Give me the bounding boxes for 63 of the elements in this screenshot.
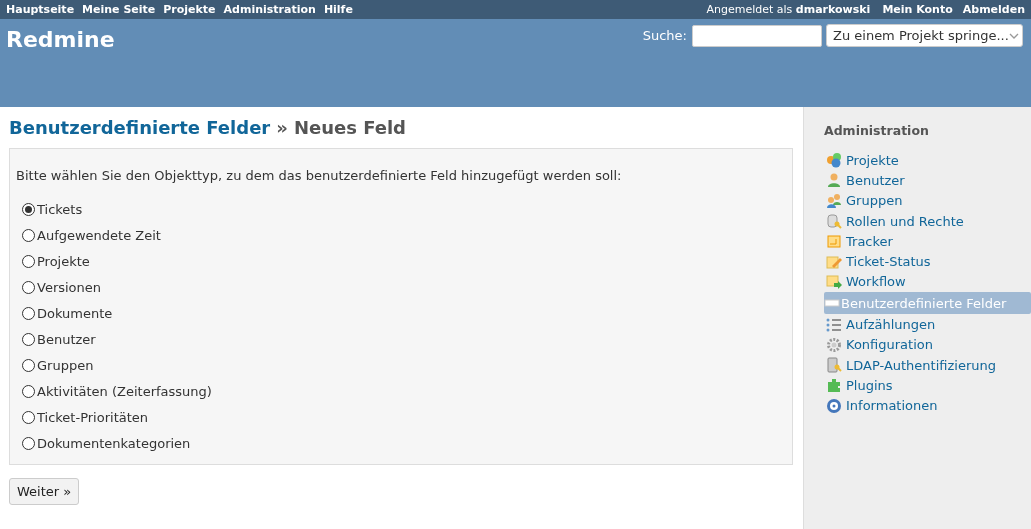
page-title: Neues Feld	[293, 117, 406, 138]
menu-link[interactable]: Hauptseite	[6, 3, 75, 16]
admin-icon	[826, 152, 842, 169]
option-label: Dokumentenkategorien	[37, 435, 191, 451]
option-label: Benutzer	[37, 331, 96, 347]
admin-icon	[826, 357, 842, 374]
chevron-down-icon	[1008, 32, 1019, 39]
search-label: Suche:	[642, 28, 687, 43]
option-label: Dokumente	[37, 305, 113, 321]
search-field[interactable]	[692, 24, 822, 47]
radio-button[interactable]	[22, 436, 35, 450]
option-label: Tickets	[37, 201, 83, 217]
radio-button[interactable]	[22, 280, 35, 294]
sidebar-link[interactable]: Konfiguration	[824, 334, 1031, 355]
admin-icon	[826, 397, 842, 414]
admin-icon	[826, 192, 842, 209]
sidebar-link[interactable]: LDAP-Authentifizierung	[824, 354, 1031, 376]
sidebar-link[interactable]: Ticket-Status	[824, 251, 1031, 272]
admin-icon	[826, 316, 842, 333]
instruction-text: Bitte wählen Sie den Objekttyp, zu dem das benutzerdefinierte Feld hinzugefügt werden soll:	[16, 168, 623, 183]
menu-link[interactable]: Projekte	[163, 3, 216, 16]
admin-icon	[826, 377, 842, 394]
sidebar-link[interactable]: Informationen	[824, 395, 1031, 416]
sidebar-link[interactable]: Benutzer	[824, 170, 1031, 191]
sidebar-link[interactable]: Gruppen	[824, 190, 1031, 211]
option-label: Versionen	[37, 279, 102, 295]
breadcrumb-separator: »	[276, 117, 288, 138]
sidebar-link[interactable]: Workflow	[824, 271, 1031, 293]
sidebar-link[interactable]: Tracker	[824, 231, 1031, 252]
sidebar-link[interactable]: Plugins	[824, 375, 1031, 396]
radio-button[interactable]	[22, 306, 35, 320]
logged-in-text: Angemeldet als dmarkowski	[706, 3, 871, 16]
site-title: Redmine	[6, 27, 115, 52]
breadcrumb-link[interactable]: Benutzerdefinierte Felder	[9, 117, 271, 138]
admin-icon	[826, 233, 842, 250]
option-label: Gruppen	[37, 357, 94, 373]
sidebar-link[interactable]: Rollen und Rechte	[824, 210, 1031, 232]
menu-link[interactable]: Abmelden	[962, 3, 1025, 16]
sidebar-link[interactable]: Projekte	[824, 150, 1031, 171]
admin-icon	[826, 172, 842, 189]
radio-button[interactable]	[22, 202, 35, 216]
option-label: Aufgewendete Zeit	[37, 227, 161, 243]
menu-link[interactable]: Meine Seite	[82, 3, 156, 16]
menu-link[interactable]: Hilfe	[323, 3, 353, 16]
sidebar-link[interactable]: Aufzählungen	[824, 314, 1031, 335]
radio-button[interactable]	[22, 384, 35, 398]
option-label: Projekte	[37, 253, 90, 269]
continue-button[interactable]: Weiter »	[9, 478, 80, 505]
project-jump-dropdown[interactable]: Zu einem Projekt springe...	[826, 24, 1023, 47]
radio-button[interactable]	[22, 228, 35, 242]
admin-icon	[826, 336, 842, 353]
admin-icon	[826, 253, 842, 270]
radio-button[interactable]	[22, 332, 35, 346]
radio-button[interactable]	[22, 358, 35, 372]
option-label: Aktivitäten (Zeiterfassung)	[37, 383, 212, 399]
admin-icon	[826, 273, 842, 290]
option-label: Ticket-Prioritäten	[37, 409, 149, 425]
radio-button[interactable]	[22, 254, 35, 268]
menu-link[interactable]: Administration	[223, 3, 316, 16]
menu-link[interactable]: Mein Konto	[882, 3, 953, 16]
sidebar-title: Administration	[824, 123, 930, 138]
radio-button[interactable]	[22, 410, 35, 424]
admin-icon	[826, 213, 842, 230]
